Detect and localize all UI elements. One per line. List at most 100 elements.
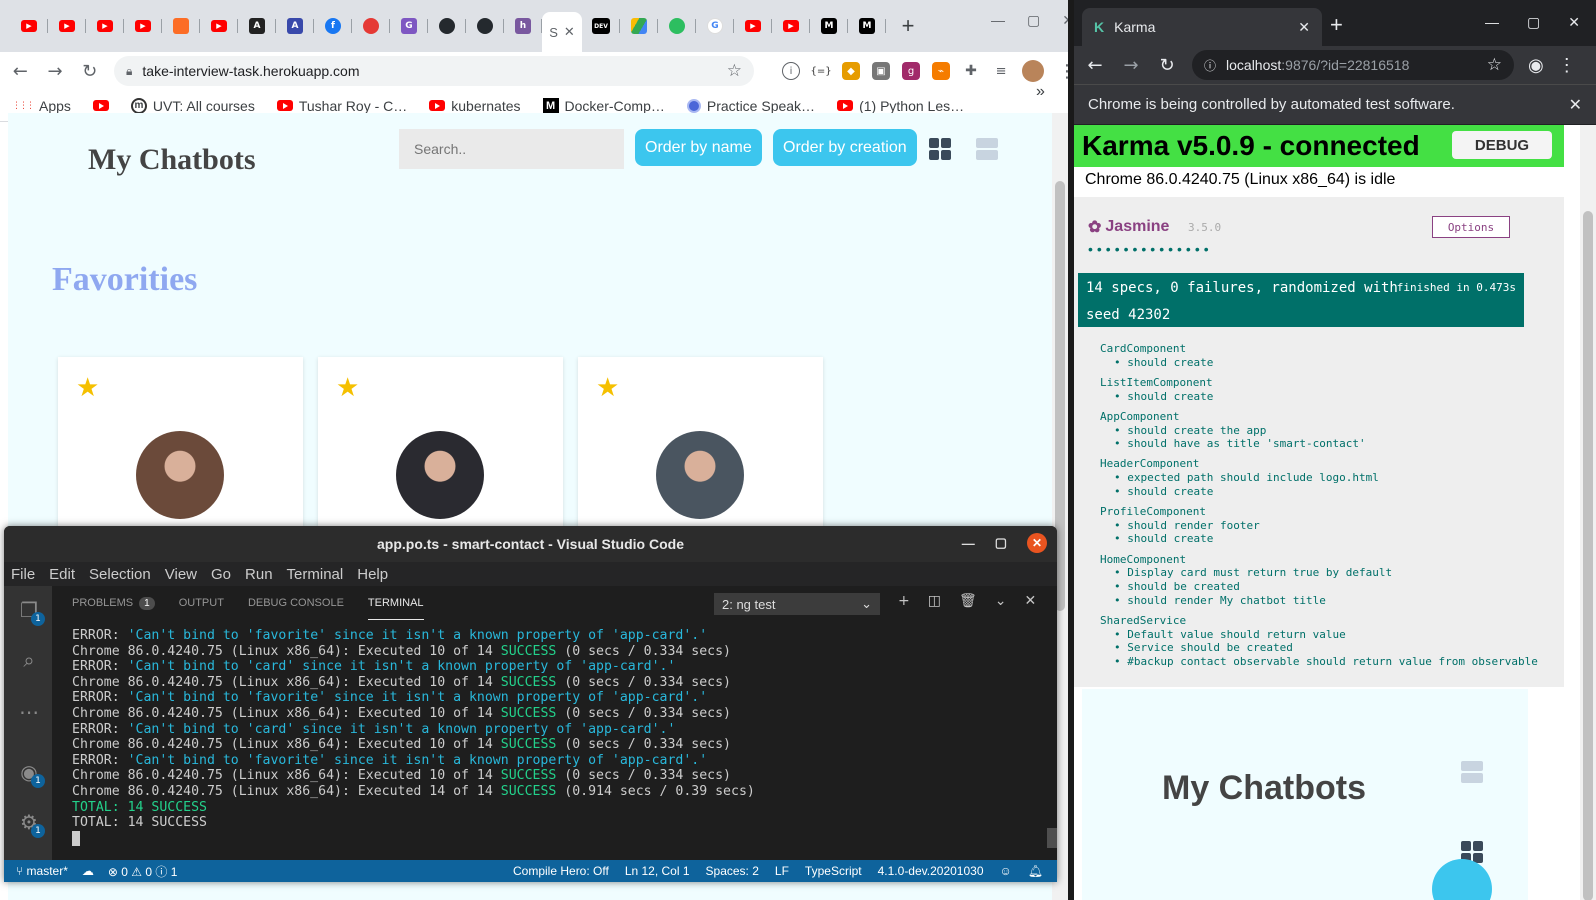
bookmark-item[interactable]: M Docker-Comp… [542, 97, 665, 114]
rss-extension-icon[interactable]: ⌁ [932, 62, 951, 80]
media-icon[interactable]: ≡ [992, 62, 1011, 80]
reload-icon[interactable]: ↻ [79, 61, 100, 82]
close-window-icon[interactable]: ✕ [1568, 14, 1580, 31]
floating-action-button[interactable] [1432, 859, 1492, 900]
debug-button[interactable]: DEBUG [1452, 131, 1552, 159]
close-window-icon[interactable]: ✕ [1027, 533, 1047, 553]
forward-icon[interactable]: → [1120, 55, 1142, 76]
maximize-icon[interactable]: ▢ [1527, 14, 1540, 31]
spec-item[interactable]: should create the app [1100, 424, 1538, 438]
bookmark-star-icon[interactable]: ☆ [1487, 55, 1502, 75]
profile-avatar[interactable] [1022, 60, 1045, 82]
feedback-icon[interactable]: ☺ [1000, 864, 1012, 878]
list-view-icon[interactable] [1461, 761, 1483, 783]
terminal-scrollbar[interactable] [1047, 828, 1057, 848]
minimize-icon[interactable]: — [1485, 14, 1499, 31]
spec-item[interactable]: expected path should include logo.html [1100, 471, 1538, 485]
list-view-icon[interactable] [976, 138, 998, 160]
split-terminal-icon[interactable]: ◫ [928, 593, 941, 609]
sync-icon[interactable]: ☁ [82, 864, 94, 878]
bookmark-item[interactable]: Practice Speak… [686, 98, 815, 114]
menu-terminal[interactable]: Terminal [287, 566, 344, 583]
tab-terminal[interactable]: TERMINAL [367, 586, 424, 620]
cursor-position[interactable]: Ln 12, Col 1 [625, 864, 690, 878]
browser-tab[interactable]: M [848, 9, 886, 43]
browser-tab[interactable]: ▶ [772, 9, 810, 43]
spec-item[interactable]: should render My chatbot title [1100, 594, 1538, 608]
browser-tab[interactable]: ▶ [734, 9, 772, 43]
tab-debug-console[interactable]: DEBUG CONSOLE [248, 586, 344, 620]
browser-tab[interactable]: A [276, 9, 314, 43]
search-input[interactable] [399, 129, 624, 169]
spec-item[interactable]: should be created [1100, 580, 1538, 594]
minimize-icon[interactable]: — [962, 536, 975, 551]
menu-view[interactable]: View [165, 566, 197, 583]
spec-item[interactable]: Default value should return value [1100, 628, 1538, 642]
reload-icon[interactable]: ↻ [1156, 55, 1178, 76]
bookmark-item[interactable]: (1) Python Les… [837, 98, 964, 114]
bookmark-item[interactable]: Tushar Roy - C… [276, 98, 407, 114]
spec-item[interactable]: should create [1100, 532, 1538, 546]
browser-tab[interactable]: f [314, 9, 352, 43]
bookmark-item[interactable]: m UVT: All courses [130, 97, 255, 114]
minimize-icon[interactable]: — [991, 12, 1005, 29]
notifications-icon[interactable]: 🔔︎ [1028, 864, 1043, 878]
browser-tab[interactable]: G [696, 9, 734, 43]
line-ending[interactable]: LF [775, 864, 789, 878]
browser-tab[interactable]: ▶ [48, 9, 86, 43]
spec-item[interactable]: #backup contact observable should return… [1100, 655, 1538, 669]
browser-tab[interactable] [352, 9, 390, 43]
close-infobar-icon[interactable]: ✕ [1569, 95, 1582, 115]
spec-item[interactable]: should create [1100, 485, 1538, 499]
new-tab-button[interactable]: + [1330, 12, 1343, 38]
browser-tab[interactable] [620, 9, 658, 43]
extension-icon[interactable]: i [782, 62, 801, 80]
spec-item[interactable]: Service should be created [1100, 641, 1538, 655]
browser-tab[interactable]: M [810, 9, 848, 43]
browser-tab[interactable]: ▶ [124, 9, 162, 43]
suite-name[interactable]: ListItemComponent [1100, 376, 1538, 390]
browser-tab[interactable]: A [238, 9, 276, 43]
search-icon[interactable]: ⌕ [17, 648, 41, 672]
menu-edit[interactable]: Edit [49, 566, 75, 583]
close-panel-icon[interactable]: ✕ [1024, 593, 1036, 609]
spec-item[interactable]: should create [1100, 390, 1538, 404]
chrome-menu-icon[interactable]: ⋮ [1558, 55, 1576, 76]
suite-name[interactable]: SharedService [1100, 614, 1538, 628]
profile-icon[interactable]: ◉ [1528, 55, 1544, 76]
puzzle-icon[interactable]: ✚ [962, 62, 981, 80]
suite-name[interactable]: AppComponent [1100, 410, 1538, 424]
karma-tab[interactable]: K Karma ✕ [1082, 8, 1322, 46]
maximize-icon[interactable]: ▢ [995, 535, 1007, 551]
suite-name[interactable]: ProfileComponent [1100, 505, 1538, 519]
browser-tab[interactable]: ▶ [200, 9, 238, 43]
browser-tab[interactable] [428, 9, 466, 43]
browser-tab[interactable] [466, 9, 504, 43]
spec-item[interactable]: should render footer [1100, 519, 1538, 533]
tab-problems[interactable]: PROBLEMS 1 [72, 586, 155, 620]
options-button[interactable]: Options [1432, 216, 1510, 238]
menu-file[interactable]: File [11, 566, 35, 583]
json-extension-icon[interactable]: {=} [810, 62, 832, 80]
tab-output[interactable]: OUTPUT [179, 586, 224, 620]
forward-icon[interactable]: → [45, 61, 66, 82]
order-by-creation-button[interactable]: Order by creation [773, 129, 917, 166]
suite-name[interactable]: HomeComponent [1100, 553, 1538, 567]
favorite-star-icon[interactable]: ★ [596, 373, 619, 403]
indentation[interactable]: Spaces: 2 [706, 864, 759, 878]
ts-version[interactable]: 4.1.0-dev.20201030 [878, 864, 984, 878]
order-by-name-button[interactable]: Order by name [635, 129, 762, 166]
settings-gear-icon[interactable]: ⚙ 1 [17, 810, 45, 838]
bookmark-star-icon[interactable]: ☆ [727, 61, 742, 81]
back-icon[interactable]: ← [10, 61, 31, 82]
terminal-select[interactable]: 2: ng test ⌄ [714, 593, 880, 615]
language-mode[interactable]: TypeScript [805, 864, 862, 878]
browser-tab[interactable]: ▶ [86, 9, 124, 43]
new-tab-button[interactable]: + [892, 10, 924, 42]
bookmark-item[interactable] [92, 100, 109, 111]
browser-tab[interactable]: G [390, 9, 428, 43]
suite-name[interactable]: CardComponent [1100, 342, 1538, 356]
spec-item[interactable]: should have as title 'smart-contact' [1100, 437, 1538, 451]
browser-tab[interactable]: ▶ [10, 9, 48, 43]
pocket-extension-icon[interactable]: g [902, 62, 921, 80]
